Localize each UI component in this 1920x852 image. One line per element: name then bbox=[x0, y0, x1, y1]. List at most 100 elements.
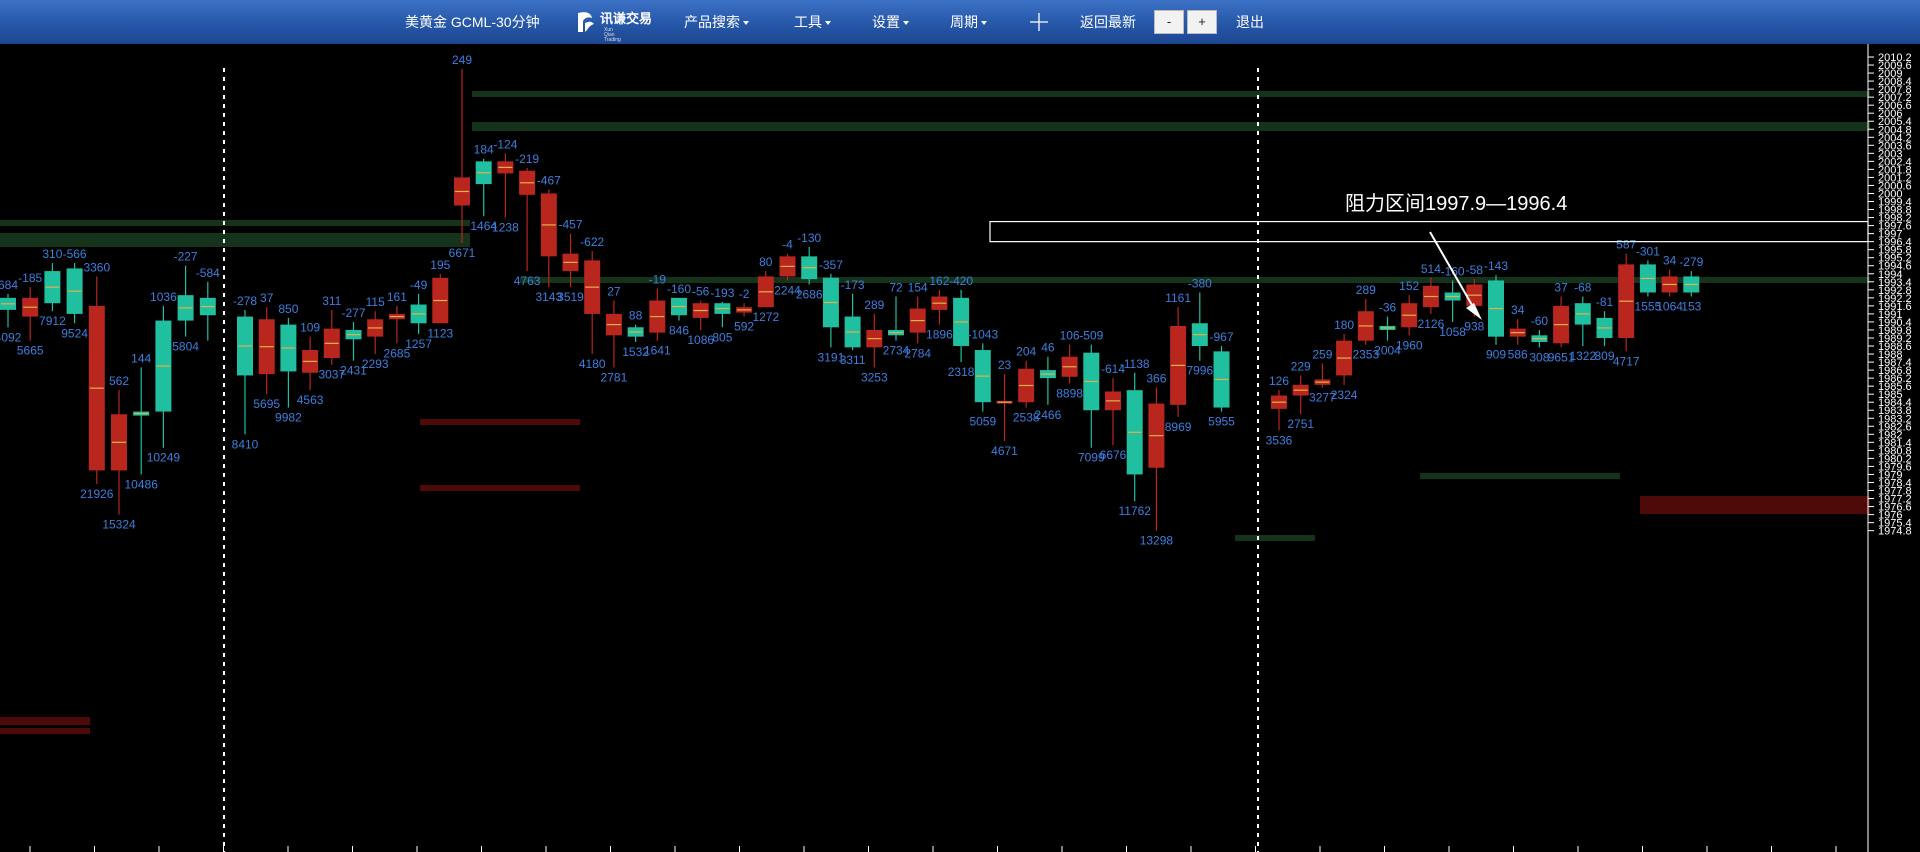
support-band bbox=[420, 419, 580, 425]
candle bbox=[1191, 292, 1208, 361]
candle-bottom-label: 586 bbox=[1508, 348, 1528, 362]
candle-top-label: -622 bbox=[580, 235, 604, 249]
candle bbox=[605, 300, 622, 368]
candle-bottom-label: 909 bbox=[1486, 348, 1506, 362]
candle bbox=[584, 251, 601, 355]
candle bbox=[302, 336, 319, 391]
resistance-band bbox=[472, 122, 1870, 131]
menu-products-label: 产品搜索 bbox=[684, 14, 740, 30]
candle-top-label: 162 bbox=[929, 274, 949, 288]
candle-top-label: -60 bbox=[1531, 314, 1549, 328]
candle-bottom-label: 5665 bbox=[17, 344, 44, 358]
candle-top-label: 80 bbox=[759, 255, 773, 269]
candle-bottom-label: 6676 bbox=[1100, 448, 1127, 462]
candle bbox=[822, 273, 839, 348]
candle bbox=[1018, 360, 1035, 408]
candle-top-label: 249 bbox=[452, 53, 472, 67]
candle-top-label: 106 bbox=[1060, 329, 1080, 343]
resistance-zone bbox=[989, 220, 1869, 243]
candle bbox=[1553, 296, 1570, 348]
menu-settings[interactable]: 设置 bbox=[872, 0, 909, 44]
candle-bottom-label: 6671 bbox=[449, 246, 476, 260]
candle-top-label: 23 bbox=[998, 358, 1012, 372]
candle-bottom-label: 1086 bbox=[687, 333, 714, 347]
candle-top-label: 152 bbox=[1399, 279, 1419, 293]
candle bbox=[1336, 333, 1353, 385]
candle bbox=[22, 287, 39, 341]
candle-bottom-label: 11762 bbox=[1118, 504, 1151, 518]
candle-bottom-label: 2686 bbox=[796, 287, 823, 301]
candle-bottom-label: 4563 bbox=[297, 393, 324, 407]
candle bbox=[475, 158, 492, 217]
candle bbox=[0, 293, 16, 328]
candle-top-label: -420 bbox=[949, 274, 973, 288]
support-band bbox=[1420, 473, 1620, 479]
back-to-latest-button[interactable]: 返回最新 bbox=[1080, 0, 1136, 44]
chevron-down-icon bbox=[981, 21, 987, 26]
candle bbox=[1574, 296, 1591, 347]
menu-products[interactable]: 产品搜索 bbox=[684, 0, 749, 44]
candle bbox=[1444, 280, 1461, 322]
menu-tools[interactable]: 工具 bbox=[794, 0, 831, 44]
candle-top-label: -56 bbox=[692, 285, 710, 299]
zoom-in-button[interactable]: + bbox=[1187, 10, 1217, 34]
candle-top-label: -49 bbox=[410, 278, 428, 292]
candle-bottom-label: 1238 bbox=[492, 221, 519, 235]
candle bbox=[1661, 269, 1678, 297]
candle-top-label: 34 bbox=[1511, 303, 1525, 317]
candle-top-label: 259 bbox=[1312, 347, 1332, 361]
candle bbox=[736, 303, 753, 317]
crosshair-button[interactable] bbox=[1029, 12, 1049, 32]
candle-top-label: 154 bbox=[908, 281, 928, 295]
candle-top-label: 850 bbox=[278, 302, 298, 316]
menu-settings-label: 设置 bbox=[872, 14, 900, 30]
candle-top-label: 684 bbox=[0, 278, 18, 292]
resistance-band bbox=[472, 91, 1870, 97]
candle-top-label: 109 bbox=[300, 321, 320, 335]
candle-top-label: -124 bbox=[493, 137, 517, 151]
candle-bottom-label: 13298 bbox=[1140, 534, 1174, 548]
candle-top-label: 34 bbox=[1663, 254, 1677, 268]
candle-top-label: 115 bbox=[366, 295, 385, 309]
candle-top-label: -509 bbox=[1079, 329, 1103, 343]
candle bbox=[497, 153, 514, 218]
candle-top-label: 144 bbox=[131, 351, 151, 365]
candle-top-label: -457 bbox=[558, 218, 582, 232]
candle bbox=[1061, 344, 1078, 384]
candle-top-label: -4 bbox=[782, 238, 793, 252]
support-band bbox=[0, 728, 90, 734]
candle-top-label: 366 bbox=[1146, 371, 1166, 385]
candle-bottom-label: 10249 bbox=[147, 451, 181, 465]
candle bbox=[1488, 275, 1504, 345]
menu-period[interactable]: 周期 bbox=[950, 0, 987, 44]
candle-top-label: -81 bbox=[1596, 295, 1614, 309]
candle-top-label: -967 bbox=[1209, 330, 1233, 344]
candle-bottom-label: 4671 bbox=[991, 444, 1018, 458]
symbol-label: 美黄金 GCML-30分钟 bbox=[405, 14, 540, 30]
candle-top-label: 229 bbox=[1291, 359, 1311, 373]
candle bbox=[714, 301, 731, 328]
candle-bottom-label: 1064 bbox=[1656, 300, 1683, 314]
candle bbox=[627, 324, 644, 342]
candle-top-label: -566 bbox=[63, 247, 87, 261]
resistance-zone-box bbox=[989, 220, 1869, 243]
candle-bottom-label: 1641 bbox=[644, 344, 671, 358]
candle-bottom-label: 308 bbox=[1529, 350, 1549, 364]
candle-bottom-label: 3519 bbox=[557, 290, 584, 304]
candle bbox=[177, 265, 194, 337]
zoom-out-button[interactable]: - bbox=[1154, 10, 1184, 34]
candle bbox=[1170, 307, 1187, 417]
candle bbox=[1039, 356, 1056, 405]
candle-top-label: 72 bbox=[889, 281, 903, 295]
candle bbox=[1314, 363, 1331, 388]
exit-button[interactable]: 退出 bbox=[1236, 0, 1264, 44]
candle-bottom-label: 10486 bbox=[125, 477, 159, 491]
candlestick-chart[interactable]: 6844092-18556653107912-56695243360219265… bbox=[0, 44, 1920, 852]
candle bbox=[888, 296, 904, 341]
candle bbox=[280, 317, 297, 408]
candle-bottom-label: 4717 bbox=[1613, 354, 1640, 368]
support-band bbox=[420, 485, 580, 491]
candle-top-label: 37 bbox=[1554, 281, 1568, 295]
candle-top-label: -130 bbox=[797, 231, 821, 245]
brand-logo: 讯谦交易 Xun Qian Trading bbox=[574, 10, 652, 43]
